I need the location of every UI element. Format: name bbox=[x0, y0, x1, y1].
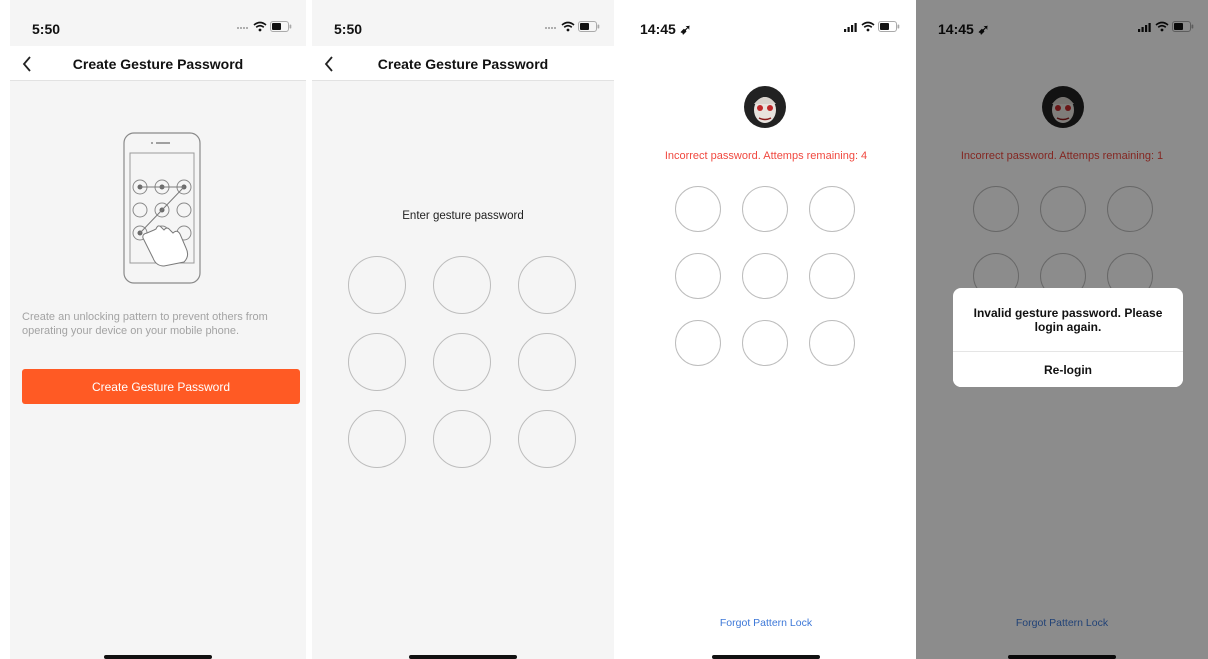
wifi-icon bbox=[861, 21, 875, 32]
pattern-node[interactable] bbox=[348, 256, 406, 314]
relogin-dialog-screen: 14:45 ➹ Incorrect password. Attemps rema… bbox=[916, 0, 1208, 659]
page-title: Create Gesture Password bbox=[377, 56, 549, 72]
pattern-node[interactable] bbox=[742, 186, 788, 232]
gesture-pattern-grid[interactable] bbox=[675, 186, 855, 366]
relogin-dialog: Invalid gesture password. Please login a… bbox=[953, 288, 1183, 387]
pattern-node[interactable] bbox=[742, 253, 788, 299]
unlock-gesture-screen: 14:45 ➹ Incorrect password. Attemps rema… bbox=[618, 0, 914, 659]
description-text: Create an unlocking pattern to prevent o… bbox=[22, 311, 268, 337]
signal-dots-icon bbox=[544, 24, 558, 30]
status-time: 5:50 bbox=[32, 21, 61, 37]
wifi-icon bbox=[253, 21, 267, 32]
pattern-node[interactable] bbox=[675, 253, 721, 299]
wifi-icon bbox=[561, 21, 575, 32]
error-message: Incorrect password. Attemps remaining: 4 bbox=[664, 150, 868, 162]
pattern-node[interactable] bbox=[809, 253, 855, 299]
page-title: Create Gesture Password bbox=[72, 56, 244, 72]
status-time: 5:50 bbox=[334, 21, 363, 37]
cellular-signal-icon bbox=[844, 22, 858, 32]
dialog-message: Invalid gesture password. Please login a… bbox=[973, 306, 1163, 334]
pattern-node[interactable] bbox=[518, 410, 576, 468]
forgot-pattern-link[interactable]: Forgot Pattern Lock bbox=[618, 617, 914, 629]
gesture-prompt: Enter gesture password bbox=[402, 210, 524, 222]
status-time: 14:45 bbox=[640, 21, 676, 37]
pattern-node[interactable] bbox=[433, 410, 491, 468]
create-gesture-password-button[interactable]: Create Gesture Password bbox=[22, 369, 300, 404]
status-bar: 5:50 bbox=[10, 0, 306, 37]
home-indicator bbox=[409, 655, 517, 659]
pattern-node[interactable] bbox=[675, 186, 721, 232]
pattern-node[interactable] bbox=[433, 256, 491, 314]
pattern-node[interactable] bbox=[518, 333, 576, 391]
location-arrow-icon: ➹ bbox=[679, 21, 692, 37]
pattern-node[interactable] bbox=[348, 333, 406, 391]
pattern-node[interactable] bbox=[809, 186, 855, 232]
signal-dots-icon bbox=[236, 24, 250, 30]
enter-gesture-screen: 5:50 Create Gesture Password Enter gestu… bbox=[312, 0, 614, 659]
battery-icon bbox=[578, 21, 600, 32]
home-indicator bbox=[712, 655, 820, 659]
pattern-node[interactable] bbox=[675, 320, 721, 366]
create-gesture-intro-screen: 5:50 Create Gesture Password Create an u… bbox=[10, 0, 306, 659]
pattern-node[interactable] bbox=[348, 410, 406, 468]
status-bar: 5:50 bbox=[312, 0, 614, 37]
gesture-phone-illustration bbox=[110, 130, 220, 290]
nav-header: Create Gesture Password bbox=[10, 46, 306, 81]
home-indicator bbox=[104, 655, 212, 659]
battery-icon bbox=[270, 21, 292, 32]
pattern-node[interactable] bbox=[809, 320, 855, 366]
pattern-node[interactable] bbox=[742, 320, 788, 366]
pattern-node[interactable] bbox=[518, 256, 576, 314]
nav-header: Create Gesture Password bbox=[312, 46, 614, 81]
relogin-button[interactable]: Re-login bbox=[953, 352, 1183, 387]
user-avatar bbox=[744, 86, 786, 128]
pattern-node[interactable] bbox=[433, 333, 491, 391]
battery-icon bbox=[878, 21, 900, 32]
status-bar: 14:45 ➹ bbox=[618, 0, 914, 37]
gesture-pattern-grid[interactable] bbox=[348, 256, 576, 468]
